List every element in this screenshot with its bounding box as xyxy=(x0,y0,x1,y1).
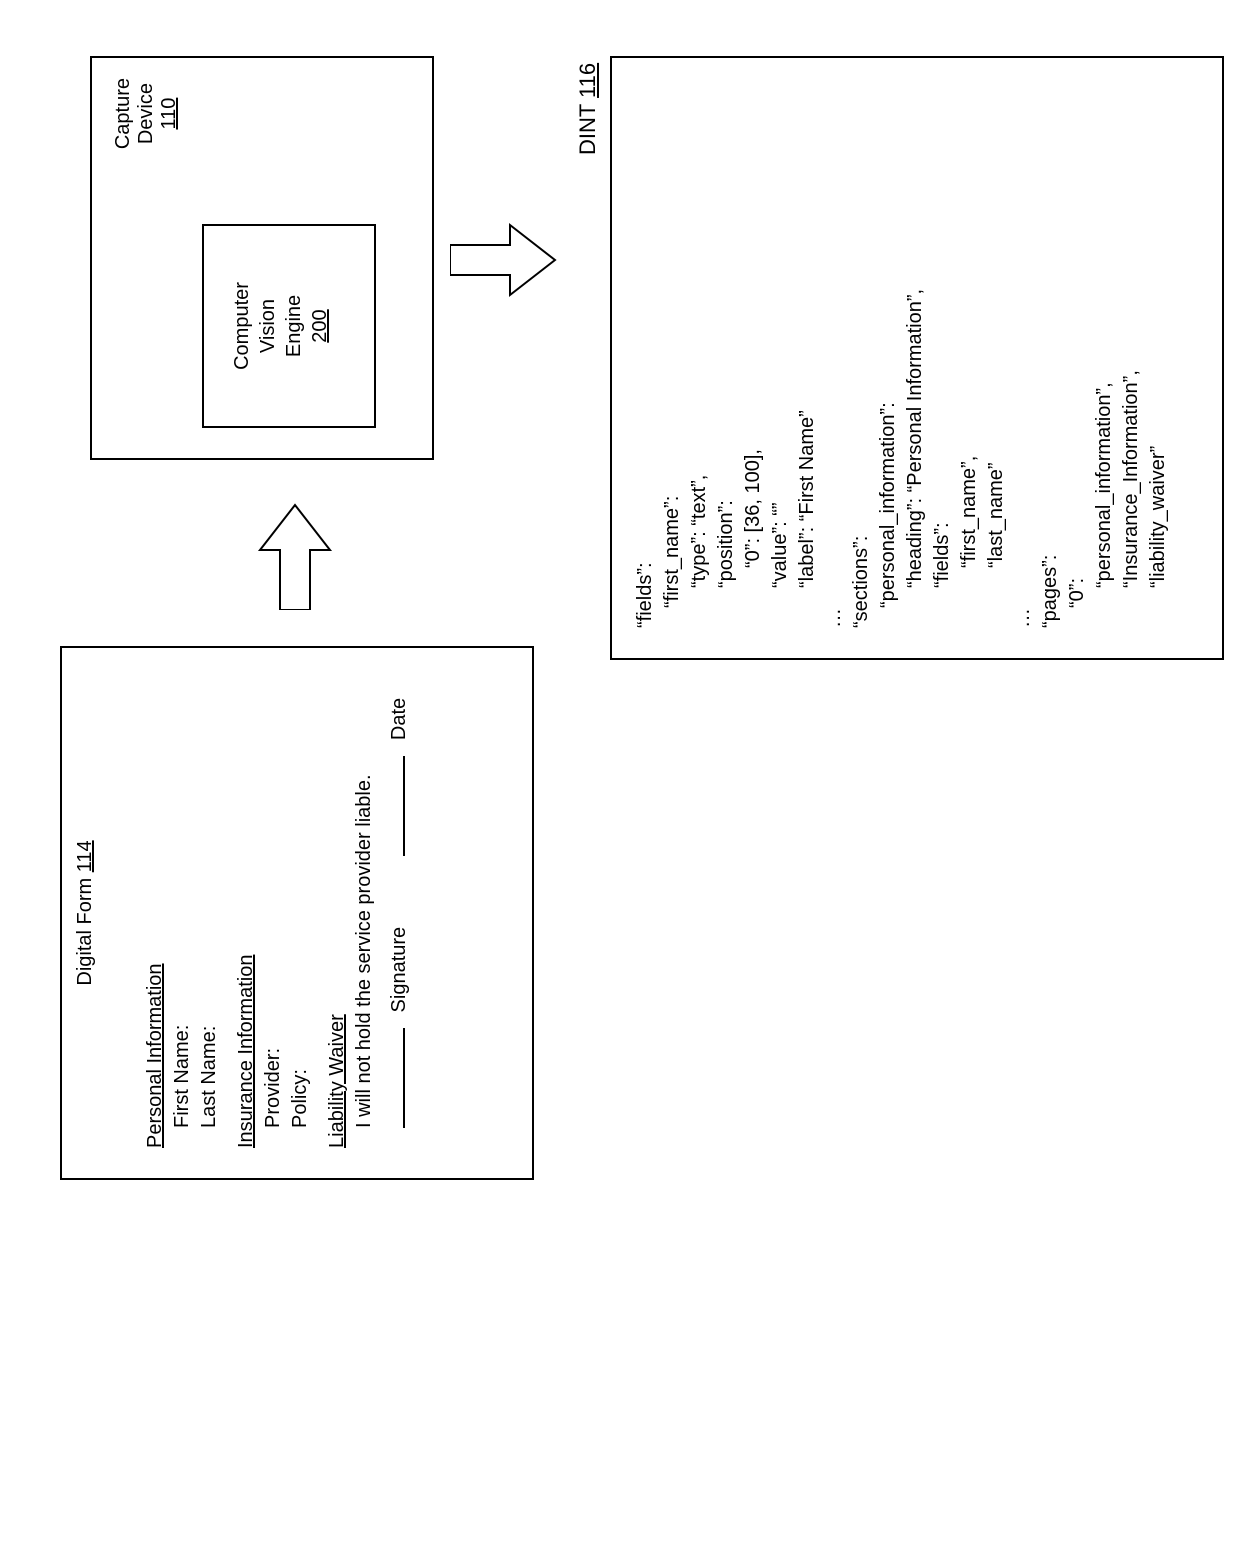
dint-line: … xyxy=(1010,289,1037,628)
digital-form-box: Digital Form 114 Personal Information Fi… xyxy=(60,646,534,1180)
digital-form-body: Personal Information First Name: Last Na… xyxy=(142,668,413,1148)
capture-device-box: Capture Device 110 Computer Vision Engin… xyxy=(90,56,434,460)
dint-line: “0”: [36, 100], xyxy=(740,289,767,568)
dint-label: DINT 116 xyxy=(575,63,601,155)
digital-form-title-text: Digital Form xyxy=(74,872,96,985)
vision-engine-line1: Computer xyxy=(229,226,255,426)
dint-line: “Insurance_Information”, xyxy=(1118,289,1145,588)
arrow-right-icon xyxy=(255,500,341,610)
dint-line: “liability_waiver” xyxy=(1145,289,1172,588)
dint-line: “personal_information”, xyxy=(1091,289,1118,588)
liability-waiver-heading: Liability Waiver xyxy=(324,668,351,1148)
dint-prefix: DINT xyxy=(575,98,600,155)
last-name-label: Last Name: xyxy=(196,668,223,1128)
dint-line: “personal_information”: xyxy=(875,289,902,608)
dint-line: “first_name”: xyxy=(659,289,686,608)
signature-line xyxy=(403,1028,405,1128)
digital-form-title: Digital Form 114 xyxy=(74,648,97,1178)
vision-engine-line3: Engine xyxy=(281,226,307,426)
insurance-information-heading: Insurance Information xyxy=(233,668,260,1148)
dint-line: “sections”: xyxy=(848,289,875,628)
signature-row: Signature Date xyxy=(386,668,413,1128)
provider-label: Provider: xyxy=(260,668,287,1128)
capture-device-ref: 110 xyxy=(158,78,181,149)
dint-line: “fields”: xyxy=(632,289,659,628)
signature-label: Signature xyxy=(388,927,410,1013)
dint-line: “type”: “text”, xyxy=(686,289,713,588)
dint-line: “value”: “” xyxy=(767,289,794,588)
dint-line: “pages”: xyxy=(1037,289,1064,628)
capture-label-line2: Device xyxy=(135,78,158,149)
dint-line: “label”: “First Name” xyxy=(794,289,821,588)
first-name-label: First Name: xyxy=(169,668,196,1128)
capture-device-label: Capture Device 110 xyxy=(112,78,181,149)
capture-label-line1: Capture xyxy=(112,78,135,149)
dint-body: “fields”: “first_name”: “type”: “text”, … xyxy=(632,289,1172,628)
date-label: Date xyxy=(388,698,410,740)
dint-line: “0”: xyxy=(1064,289,1091,608)
vision-engine-box: Computer Vision Engine 200 xyxy=(202,224,376,428)
dint-ref: 116 xyxy=(575,63,600,98)
waiver-text: I will not hold the service provider lia… xyxy=(351,668,378,1128)
vision-engine-line2: Vision xyxy=(255,226,281,426)
policy-label: Policy: xyxy=(287,668,314,1128)
vision-engine-ref: 200 xyxy=(307,226,333,426)
dint-line: “heading”: “Personal Information”, xyxy=(902,289,929,588)
vision-engine-label: Computer Vision Engine 200 xyxy=(229,226,333,426)
dint-line: “fields”: xyxy=(929,289,956,588)
dint-line: “last_name” xyxy=(983,289,1010,568)
personal-information-heading: Personal Information xyxy=(142,668,169,1148)
dint-box: “fields”: “first_name”: “type”: “text”, … xyxy=(610,56,1224,660)
digital-form-ref: 114 xyxy=(74,840,96,872)
date-line xyxy=(403,756,405,856)
dint-line: “first_name”, xyxy=(956,289,983,568)
dint-line: “position”: xyxy=(713,289,740,588)
dint-line: … xyxy=(821,289,848,628)
arrow-down-icon xyxy=(450,220,566,300)
